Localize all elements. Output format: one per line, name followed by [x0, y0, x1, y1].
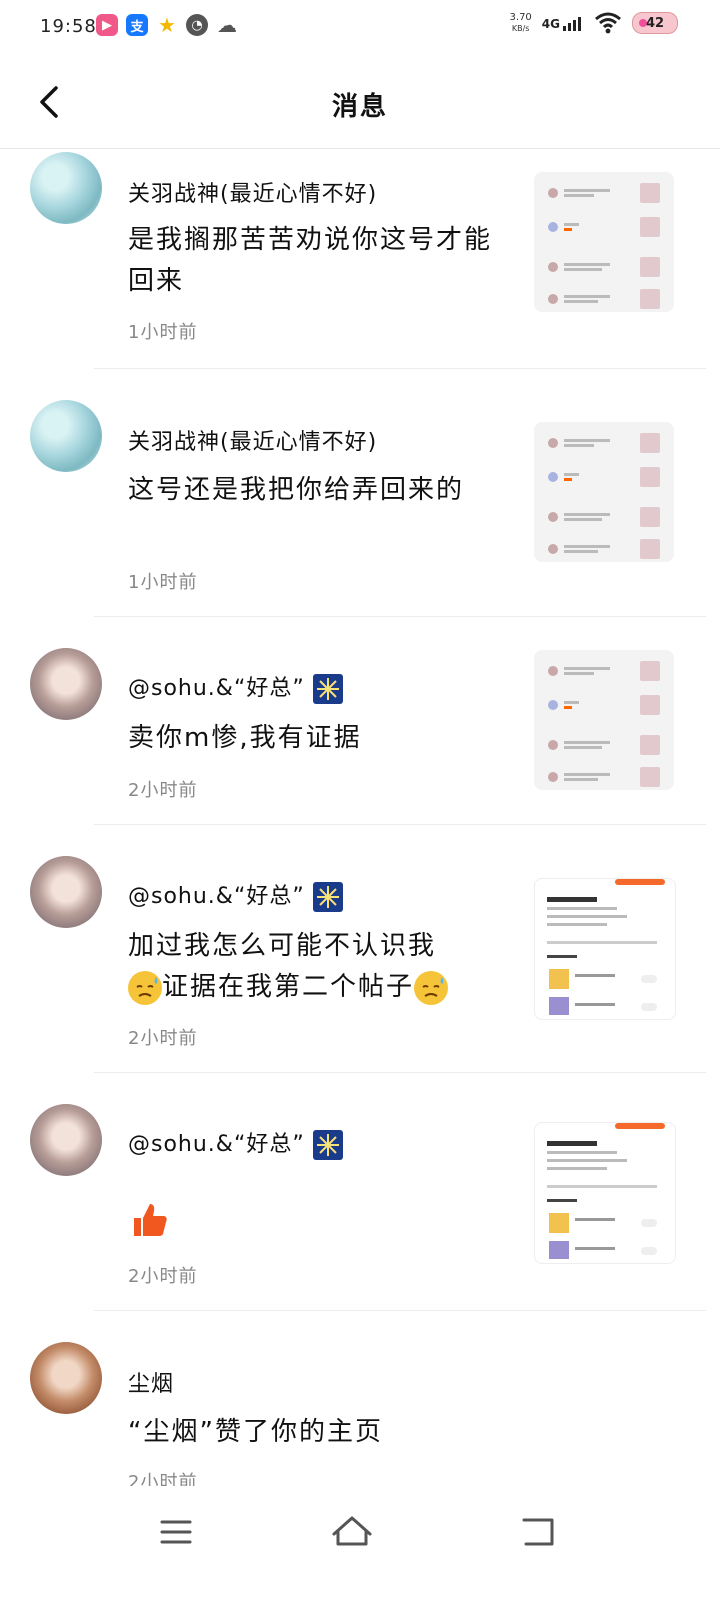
post-thumbnail[interactable] [534, 422, 674, 562]
message-time: 2小时前 [128, 1266, 198, 1287]
system-nav-bar [0, 1486, 720, 1600]
status-time: 19:58 [40, 16, 97, 37]
signal-icon: 4G [542, 15, 584, 31]
sender-name: 关羽战神(最近心情不好) [128, 182, 378, 207]
sender-name: 尘烟 [128, 1372, 175, 1397]
menu-button[interactable] [146, 1510, 206, 1554]
sparkle-emoji-icon [312, 882, 343, 912]
sad-sweat-emoji-icon [128, 970, 162, 1005]
video-app-icon: ▶ [96, 14, 118, 36]
sender-name: 关羽战神(最近心情不好) [128, 430, 378, 455]
message-item[interactable]: 尘烟 “尘烟”赞了你的主页 2小时前 [0, 1340, 720, 1493]
sender-name: @sohu.&“好总” [128, 878, 343, 912]
menu-icon [160, 1520, 192, 1544]
post-thumbnail[interactable] [534, 172, 674, 312]
alipay-icon: 支 [126, 14, 148, 36]
home-button[interactable] [322, 1510, 382, 1554]
cloud-icon: ☁ [216, 13, 238, 37]
sender-name: @sohu.&“好总” [128, 1126, 343, 1160]
avatar[interactable] [30, 1342, 102, 1414]
star-icon: ★ [156, 13, 178, 37]
page-title: 消息 [331, 92, 388, 122]
sparkle-emoji-icon [312, 1130, 343, 1160]
sad-sweat-emoji-icon [414, 970, 449, 1005]
divider [94, 1310, 706, 1311]
message-content: 是我搁那苦苦劝说你这号才能回来 [128, 225, 493, 296]
thumbs-up-icon [134, 1204, 167, 1236]
status-right: 3.70 KB/s 4G 42 [510, 12, 678, 34]
message-content: 卖你m惨,我有证据 [128, 723, 362, 753]
avatar[interactable] [30, 648, 102, 720]
message-item[interactable]: @sohu.&“好总” 卖你m惨,我有证据 2小时前 [0, 646, 720, 824]
compass-icon: ◔ [186, 14, 208, 36]
message-content: 这号还是我把你给弄回来的 [128, 475, 465, 505]
sparkle-emoji-icon [312, 674, 343, 704]
header: 消息 [0, 56, 720, 149]
message-time: 1小时前 [128, 572, 198, 593]
avatar[interactable] [30, 152, 102, 224]
post-thumbnail[interactable] [534, 650, 674, 790]
message-time: 1小时前 [128, 322, 198, 343]
message-time: 2小时前 [128, 1028, 198, 1049]
status-bar: 19:58 ▶ 支 ★ ◔ ☁ 3.70 KB/s 4G 42 [0, 0, 720, 56]
message-content: “尘烟”赞了你的主页 [128, 1417, 383, 1447]
return-icon [522, 1518, 554, 1546]
post-thumbnail[interactable] [534, 878, 676, 1020]
divider [94, 368, 706, 369]
status-app-icons: ▶ 支 ★ ◔ ☁ [96, 13, 238, 37]
avatar[interactable] [30, 856, 102, 928]
battery-indicator: 42 [632, 12, 678, 34]
sender-name: @sohu.&“好总” [128, 670, 343, 704]
divider [94, 1072, 706, 1073]
message-item[interactable]: 关羽战神(最近心情不好) 这号还是我把你给弄回来的 1小时前 [0, 398, 720, 616]
avatar[interactable] [30, 1104, 102, 1176]
network-speed: 3.70 KB/s [509, 12, 532, 33]
post-thumbnail[interactable] [534, 1122, 676, 1264]
message-item[interactable]: @sohu.&“好总” 加过我怎么可能不认识我 证据在我第二个帖子 2小时前 [0, 854, 720, 1072]
message-content: 加过我怎么可能不认识我 证据在我第二个帖子 [128, 926, 528, 1008]
avatar[interactable] [30, 400, 102, 472]
divider [94, 824, 706, 825]
wifi-icon [595, 12, 621, 34]
message-time: 2小时前 [128, 780, 198, 801]
back-nav-button[interactable] [508, 1510, 568, 1554]
home-icon [332, 1516, 372, 1546]
message-item[interactable]: 关羽战神(最近心情不好) 是我搁那苦苦劝说你这号才能回来 1小时前 [0, 150, 720, 368]
divider [94, 616, 706, 617]
message-item[interactable]: @sohu.&“好总” 2小时前 [0, 1102, 720, 1310]
